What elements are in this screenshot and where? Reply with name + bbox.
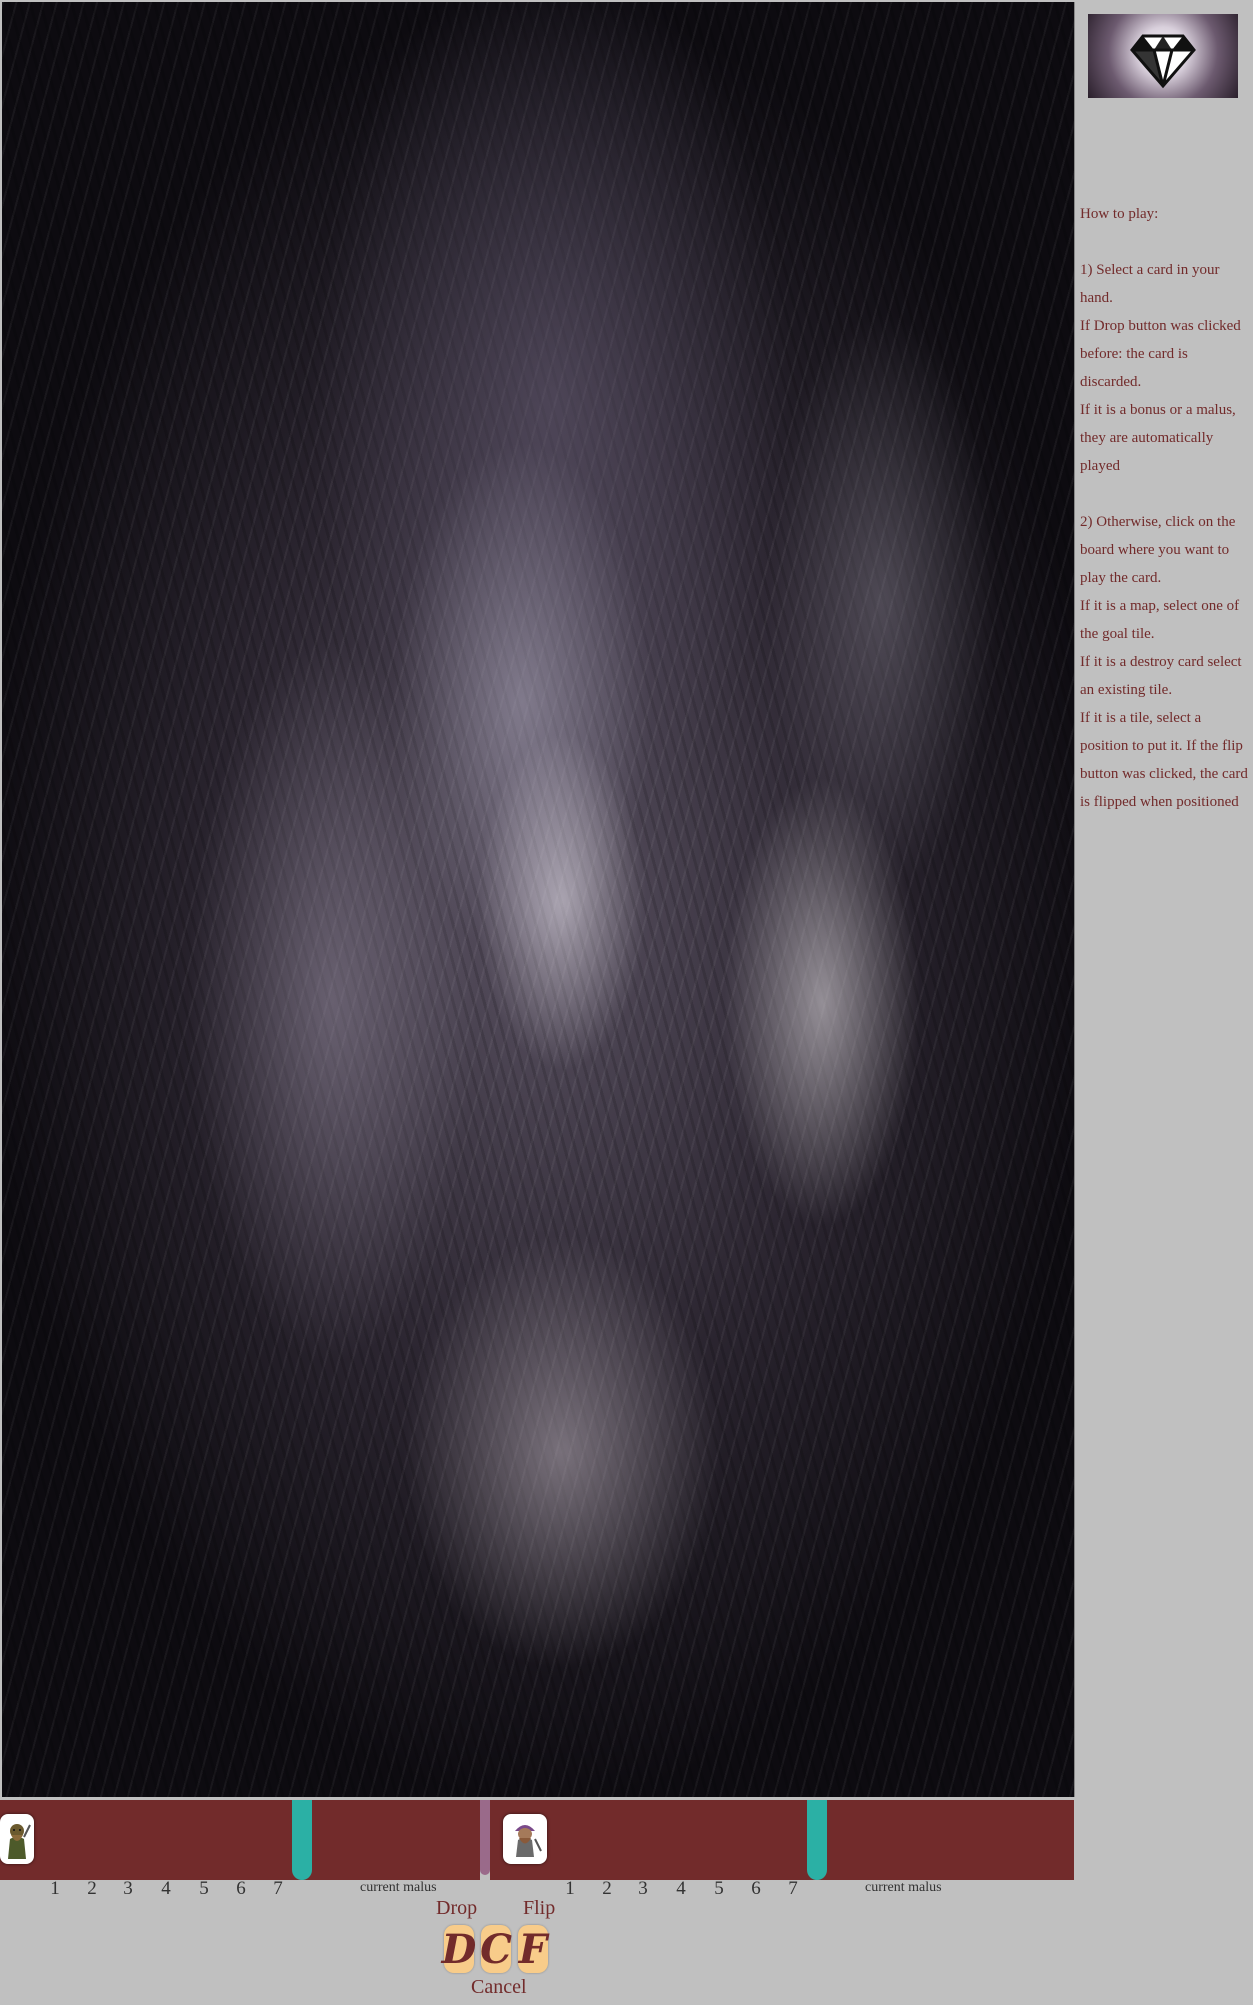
how-to-play: How to play: 1) Select a card in your ha… (1080, 200, 1250, 816)
howto-step1-line1: 1) Select a card in your hand. (1080, 262, 1220, 306)
game-board[interactable] (2, 2, 1075, 1797)
position-4[interactable]: 4 (661, 1878, 701, 1904)
position-5[interactable]: 5 (186, 1878, 222, 1904)
player1-turn-marker (292, 1800, 312, 1880)
position-5[interactable]: 5 (701, 1878, 737, 1904)
howto-step2-line3: If it is a destroy card select an existi… (1080, 654, 1242, 698)
player2-hand-strip[interactable] (490, 1800, 1074, 1880)
howto-step2-line1: 2) Otherwise, click on the board where y… (1080, 514, 1236, 586)
position-6[interactable]: 6 (222, 1878, 260, 1904)
position-2[interactable]: 2 (589, 1878, 625, 1904)
drop-button[interactable]: D (442, 1925, 476, 1973)
howto-step1-line2: If Drop button was clicked before: the c… (1080, 318, 1241, 390)
player1-avatar[interactable] (0, 1814, 34, 1864)
drop-label: Drop (436, 1897, 478, 1919)
active-player-marker (480, 1800, 490, 1875)
position-1[interactable]: 1 (551, 1878, 589, 1904)
position-4[interactable]: 4 (146, 1878, 186, 1904)
diamond-logo (1088, 14, 1238, 98)
howto-title: How to play: (1080, 206, 1159, 222)
strip-divider (470, 1800, 480, 1880)
position-7[interactable]: 7 (260, 1878, 296, 1904)
flip-button[interactable]: F (518, 1925, 548, 1973)
howto-step2-line4: If it is a tile, select a position to pu… (1080, 710, 1248, 810)
position-6[interactable]: 6 (737, 1878, 775, 1904)
player1-positions: 1 2 3 4 5 6 7 (36, 1878, 296, 1904)
player2-turn-marker (807, 1800, 827, 1880)
flip-label: Flip (523, 1897, 556, 1919)
dwarf-warrior-icon (515, 1825, 542, 1857)
player2-positions: 1 2 3 4 5 6 7 (551, 1878, 811, 1904)
dwarf-miner-icon (8, 1824, 31, 1859)
howto-step2-line2: If it is a map, select one of the goal t… (1080, 598, 1240, 642)
cancel-button[interactable]: C (480, 1925, 512, 1973)
player1-hand-strip[interactable] (0, 1800, 470, 1880)
player2-malus-label: current malus (865, 1880, 942, 1895)
player2-avatar[interactable] (503, 1814, 547, 1864)
position-3[interactable]: 3 (110, 1878, 146, 1904)
position-1[interactable]: 1 (36, 1878, 74, 1904)
howto-step1-line3: If it is a bonus or a malus, they are au… (1080, 402, 1236, 474)
position-3[interactable]: 3 (625, 1878, 661, 1904)
position-7[interactable]: 7 (775, 1878, 811, 1904)
cancel-label: Cancel (471, 1976, 527, 1998)
player1-malus-label: current malus (360, 1880, 437, 1895)
diamond-icon (1130, 34, 1196, 89)
position-2[interactable]: 2 (74, 1878, 110, 1904)
